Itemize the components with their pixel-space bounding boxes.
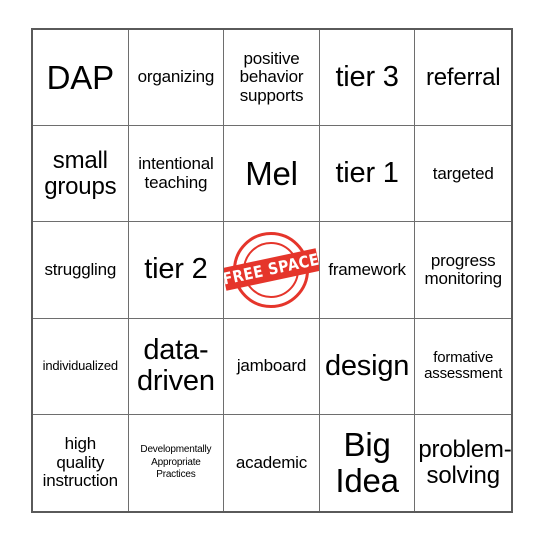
bingo-cell-label: small groups — [44, 146, 117, 200]
bingo-cell-label: Big Idea — [335, 426, 399, 499]
bingo-cell-r5c3[interactable]: academic — [224, 414, 320, 511]
bingo-cell-r1c3[interactable]: positive behavior supports — [224, 30, 320, 127]
bingo-cell-r4c1[interactable]: individualized — [33, 318, 129, 415]
bingo-cell-label: individualized — [42, 358, 118, 374]
bingo-cell-label: problem- solving — [418, 435, 511, 489]
bingo-cell-r3c1[interactable]: struggling — [33, 222, 129, 319]
bingo-cell-r1c4[interactable]: tier 3 — [319, 30, 416, 127]
bingo-cell-label: referral — [425, 63, 501, 91]
bingo-cell-r5c5[interactable]: problem- solving — [415, 415, 511, 511]
bingo-cell-label: design — [324, 349, 410, 382]
bingo-cell-r2c3[interactable]: Mel — [224, 126, 320, 223]
bingo-cell-label: tier 2 — [144, 253, 208, 286]
bingo-cell-r4c3[interactable]: jamboard — [224, 318, 320, 415]
bingo-cell-r5c4[interactable]: Big Idea — [320, 414, 416, 511]
bingo-cell-r1c1[interactable]: DAP — [33, 30, 129, 127]
bingo-cell-label: framework — [328, 259, 406, 279]
bingo-cell-label: Mel — [245, 154, 298, 192]
bingo-cell-r4c5[interactable]: formative assessment — [415, 319, 511, 415]
bingo-cell-r5c2[interactable]: Developmentally Appropriate Practices — [129, 414, 225, 511]
free-space-stamp-icon: FREE SPACE — [224, 228, 319, 312]
bingo-cell-label: data- driven — [136, 333, 215, 398]
bingo-cell-label: jamboard — [236, 356, 307, 376]
bingo-cell-label: Developmentally Appropriate Practices — [140, 444, 212, 481]
bingo-cell-r1c5[interactable]: referral — [415, 30, 511, 127]
bingo-cell-label: intentional teaching — [138, 154, 214, 192]
bingo-cell-label: DAP — [46, 58, 114, 96]
bingo-cell-label: formative assessment — [424, 349, 503, 383]
bingo-cell-r4c4[interactable]: design — [319, 318, 416, 415]
bingo-card-grid: DAP organizing positive behavior supports t… — [31, 28, 513, 513]
bingo-cell-r3c4[interactable]: framework — [319, 222, 416, 319]
bingo-cell-r5c1[interactable]: high quality instruction — [33, 414, 129, 511]
bingo-cell-r3c5[interactable]: progress monitoring — [415, 222, 511, 319]
bingo-cell-label: organizing — [137, 67, 215, 87]
bingo-cell-label: academic — [235, 452, 308, 472]
bingo-cell-label: tier 3 — [335, 60, 399, 93]
bingo-cell-r4c2[interactable]: data- driven — [128, 318, 225, 415]
bingo-cell-r3c3[interactable]: FREE SPACE — [224, 222, 320, 319]
bingo-cell-label: high quality instruction — [42, 434, 118, 491]
bingo-cell-r2c4[interactable]: tier 1 — [319, 126, 416, 223]
bingo-cell-label: tier 1 — [335, 157, 399, 190]
bingo-cell-label: targeted — [432, 163, 494, 183]
bingo-cell-r2c2[interactable]: intentional teaching — [128, 126, 225, 223]
bingo-cell-label: progress monitoring — [424, 250, 503, 288]
bingo-cell-r1c2[interactable]: organizing — [128, 30, 225, 127]
bingo-cell-label: struggling — [44, 259, 117, 279]
bingo-cell-r2c5[interactable]: targeted — [415, 126, 511, 223]
bingo-cell-label: positive behavior supports — [239, 49, 304, 105]
bingo-cell-r3c2[interactable]: tier 2 — [128, 222, 225, 319]
bingo-cell-r2c1[interactable]: small groups — [33, 126, 129, 223]
